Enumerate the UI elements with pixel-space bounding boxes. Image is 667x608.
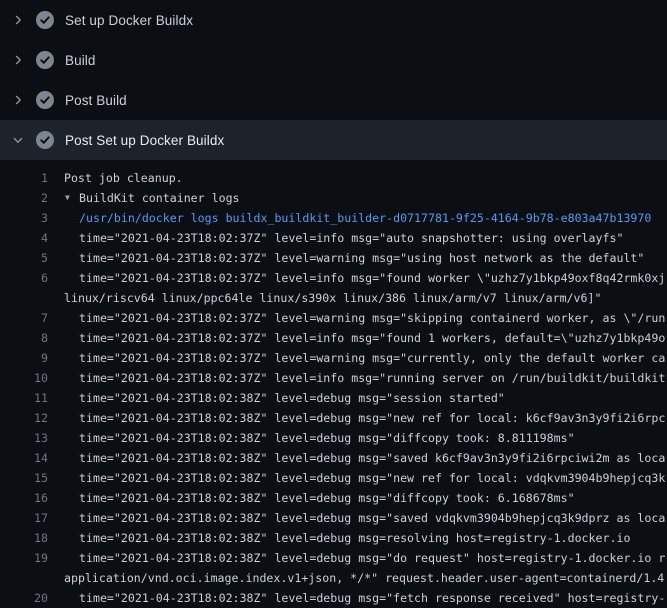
log-line: 8 ▼ time="2021-04-23T18:02:37Z" level=in… <box>0 328 667 348</box>
line-number[interactable]: 2 <box>0 188 48 208</box>
check-circle-icon <box>36 51 54 69</box>
triangle-down-icon: ▼ <box>65 188 75 208</box>
step-label: Set up Docker Buildx <box>65 13 193 28</box>
log-line: 3 ▼ /usr/bin/docker logs buildx_buildkit… <box>0 208 667 228</box>
log-text: time="2021-04-23T18:02:38Z" level=debug … <box>79 388 505 408</box>
line-number[interactable]: 8 <box>0 328 48 348</box>
log-text: time="2021-04-23T18:02:38Z" level=debug … <box>79 528 630 548</box>
log-command-text: /usr/bin/docker logs buildx_buildkit_bui… <box>79 208 651 228</box>
log-line: 16 ▼ time="2021-04-23T18:02:38Z" level=d… <box>0 488 667 508</box>
step-header-set-up-docker-buildx[interactable]: Set up Docker Buildx <box>0 0 667 40</box>
log-text: time="2021-04-23T18:02:37Z" level=warnin… <box>79 308 665 328</box>
log-line: 12 ▼ time="2021-04-23T18:02:38Z" level=d… <box>0 408 667 428</box>
log-line: 11 ▼ time="2021-04-23T18:02:38Z" level=d… <box>0 388 667 408</box>
check-circle-icon <box>36 131 54 149</box>
step-header-post-set-up-docker-buildx[interactable]: Post Set up Docker Buildx <box>0 120 667 160</box>
chevron-right-icon <box>12 54 24 66</box>
line-number[interactable]: 20 <box>0 588 48 608</box>
log-line: 4 ▼ time="2021-04-23T18:02:37Z" level=in… <box>0 228 667 248</box>
log-line: 19 ▼ time="2021-04-23T18:02:38Z" level=d… <box>0 548 667 568</box>
log-text: time="2021-04-23T18:02:38Z" level=debug … <box>79 488 575 508</box>
check-circle-icon <box>36 91 54 109</box>
log-line: ▼ linux/riscv64 linux/ppc64le linux/s390… <box>0 288 667 308</box>
step-label: Post Build <box>65 93 127 108</box>
step-label: Post Set up Docker Buildx <box>65 133 224 148</box>
log-text: time="2021-04-23T18:02:38Z" level=debug … <box>79 468 665 488</box>
log-text: time="2021-04-23T18:02:37Z" level=info m… <box>79 268 665 288</box>
log-text: time="2021-04-23T18:02:38Z" level=debug … <box>79 408 665 428</box>
log-text: time="2021-04-23T18:02:38Z" level=debug … <box>79 548 665 568</box>
log-text: linux/riscv64 linux/ppc64le linux/s390x … <box>64 288 601 308</box>
log-group-toggle[interactable]: BuildKit container logs <box>79 188 240 208</box>
log-line: 9 ▼ time="2021-04-23T18:02:37Z" level=wa… <box>0 348 667 368</box>
step-header-post-build[interactable]: Post Build <box>0 80 667 120</box>
log-text: application/vnd.oci.image.index.v1+json,… <box>64 568 664 588</box>
chevron-right-icon <box>12 94 24 106</box>
chevron-down-icon <box>12 134 24 146</box>
line-number[interactable]: 6 <box>0 268 48 288</box>
log-viewer: 1 ▼ Post job cleanup. 2 ▼ BuildKit conta… <box>0 168 667 608</box>
log-line: 17 ▼ time="2021-04-23T18:02:38Z" level=d… <box>0 508 667 528</box>
chevron-right-icon <box>12 14 24 26</box>
line-number[interactable]: 13 <box>0 428 48 448</box>
log-line: 13 ▼ time="2021-04-23T18:02:38Z" level=d… <box>0 428 667 448</box>
log-text: time="2021-04-23T18:02:37Z" level=info m… <box>79 228 623 248</box>
log-text: time="2021-04-23T18:02:38Z" level=debug … <box>79 508 665 528</box>
line-number[interactable]: 11 <box>0 388 48 408</box>
log-line: 18 ▼ time="2021-04-23T18:02:38Z" level=d… <box>0 528 667 548</box>
log-line: 14 ▼ time="2021-04-23T18:02:38Z" level=d… <box>0 448 667 468</box>
line-number[interactable]: 19 <box>0 548 48 568</box>
log-text: time="2021-04-23T18:02:37Z" level=warnin… <box>79 248 644 268</box>
log-line: 7 ▼ time="2021-04-23T18:02:37Z" level=wa… <box>0 308 667 328</box>
line-number[interactable]: 16 <box>0 488 48 508</box>
line-number[interactable]: 7 <box>0 308 48 328</box>
log-text: Post job cleanup. <box>64 168 183 188</box>
log-line: 20 ▼ time="2021-04-23T18:02:38Z" level=d… <box>0 588 667 608</box>
log-line: ▼ application/vnd.oci.image.index.v1+jso… <box>0 568 667 588</box>
log-text: time="2021-04-23T18:02:37Z" level=info m… <box>79 328 665 348</box>
line-number <box>0 288 48 308</box>
log-line: 10 ▼ time="2021-04-23T18:02:37Z" level=i… <box>0 368 667 388</box>
steps-list: Set up Docker Buildx Build <box>0 0 667 160</box>
line-number[interactable]: 9 <box>0 348 48 368</box>
line-number[interactable]: 17 <box>0 508 48 528</box>
check-circle-icon <box>36 11 54 29</box>
line-number <box>0 568 48 588</box>
line-number[interactable]: 18 <box>0 528 48 548</box>
log-text: time="2021-04-23T18:02:38Z" level=debug … <box>79 588 665 608</box>
line-number[interactable]: 15 <box>0 468 48 488</box>
line-number[interactable]: 12 <box>0 408 48 428</box>
log-line: 2 ▼ BuildKit container logs <box>0 188 667 208</box>
log-text: time="2021-04-23T18:02:37Z" level=info m… <box>79 368 665 388</box>
log-text: time="2021-04-23T18:02:38Z" level=debug … <box>79 448 665 468</box>
line-number[interactable]: 10 <box>0 368 48 388</box>
line-number[interactable]: 1 <box>0 168 48 188</box>
log-line: 1 ▼ Post job cleanup. <box>0 168 667 188</box>
line-number[interactable]: 4 <box>0 228 48 248</box>
step-header-build[interactable]: Build <box>0 40 667 80</box>
line-number[interactable]: 5 <box>0 248 48 268</box>
step-label: Build <box>65 53 96 68</box>
log-text: time="2021-04-23T18:02:38Z" level=debug … <box>79 428 575 448</box>
line-number[interactable]: 3 <box>0 208 48 228</box>
log-text: time="2021-04-23T18:02:37Z" level=warnin… <box>79 348 665 368</box>
log-line: 6 ▼ time="2021-04-23T18:02:37Z" level=in… <box>0 268 667 288</box>
line-number[interactable]: 14 <box>0 448 48 468</box>
log-line: 5 ▼ time="2021-04-23T18:02:37Z" level=wa… <box>0 248 667 268</box>
log-line: 15 ▼ time="2021-04-23T18:02:38Z" level=d… <box>0 468 667 488</box>
